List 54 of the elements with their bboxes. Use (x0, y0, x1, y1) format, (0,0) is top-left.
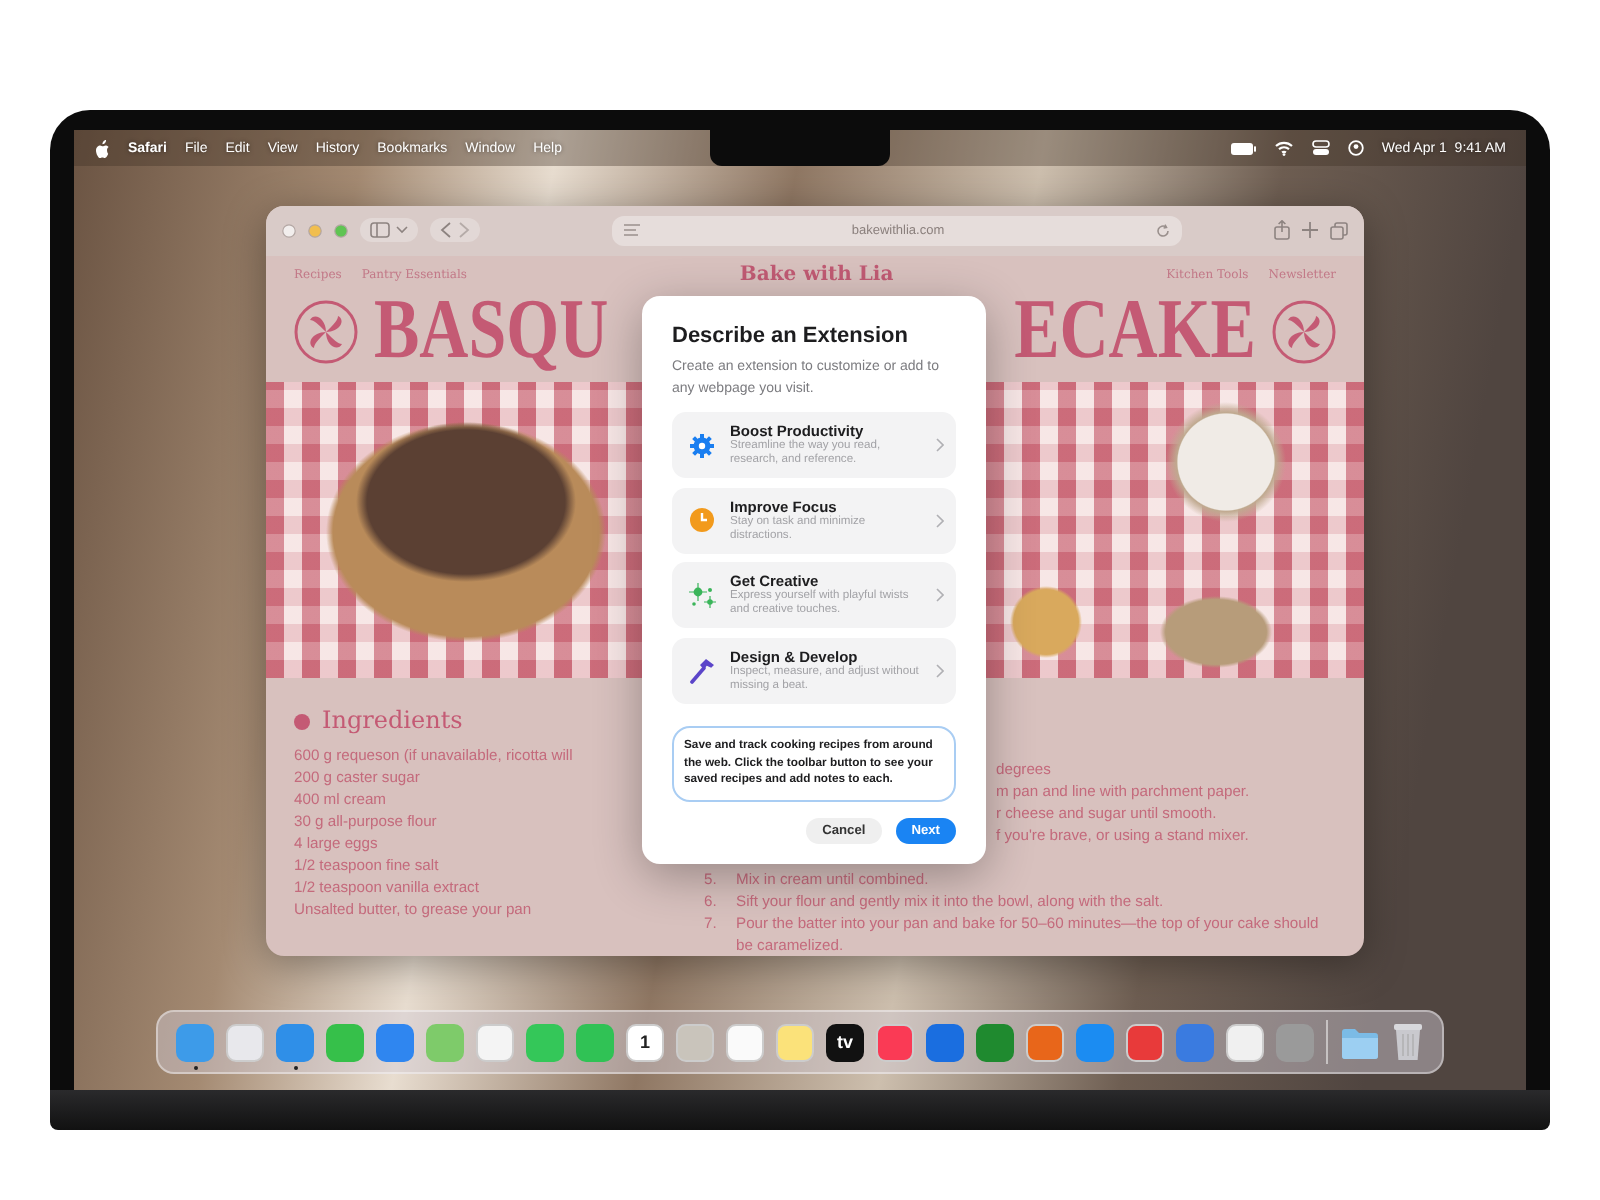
app-icon[interactable] (1176, 1023, 1214, 1061)
chevron-right-icon (936, 663, 944, 677)
section-heading: Ingredients (322, 710, 463, 732)
sidebar-icon[interactable] (370, 222, 390, 239)
folder-icon[interactable] (1340, 1025, 1380, 1059)
app-icon[interactable] (926, 1023, 964, 1061)
user-icon[interactable] (1347, 140, 1364, 156)
apple-logo-icon[interactable] (94, 139, 110, 157)
app-icon[interactable] (326, 1023, 364, 1061)
chevron-down-icon[interactable] (396, 226, 408, 235)
app-icon[interactable] (176, 1023, 214, 1061)
close-icon[interactable] (282, 223, 296, 238)
bullet-icon (294, 713, 310, 729)
app-icon[interactable]: tv (826, 1023, 864, 1061)
app-icon[interactable] (476, 1023, 514, 1061)
sparkles-icon (688, 581, 716, 609)
app-icon[interactable] (1126, 1023, 1164, 1061)
back-icon[interactable] (440, 222, 452, 239)
tabs-overview-icon[interactable] (1330, 221, 1348, 240)
chevron-right-icon (936, 438, 944, 452)
app-icon[interactable] (1026, 1023, 1064, 1061)
app-icon[interactable] (676, 1023, 714, 1061)
chevron-right-icon (936, 588, 944, 602)
app-icon[interactable] (876, 1023, 914, 1061)
app-icon[interactable] (776, 1023, 814, 1061)
app-icon[interactable] (426, 1023, 464, 1061)
wifi-icon[interactable] (1273, 140, 1294, 156)
hammer-icon (688, 656, 716, 684)
chevron-right-icon (936, 513, 944, 527)
app-icon[interactable] (726, 1023, 764, 1061)
clock-icon (688, 506, 716, 534)
emblem-icon (294, 299, 358, 364)
battery-icon[interactable] (1229, 141, 1256, 155)
app-icon[interactable]: 1 (626, 1023, 664, 1061)
trash-icon[interactable] (1392, 1022, 1424, 1062)
page-menu-icon (624, 224, 640, 237)
page-heading: BASQU (374, 289, 609, 375)
control-center-icon[interactable] (1311, 140, 1330, 156)
app-icon[interactable] (376, 1023, 414, 1061)
plus-icon[interactable] (1302, 222, 1318, 239)
gear-icon (688, 431, 716, 459)
app-icon[interactable] (976, 1023, 1014, 1061)
zoom-icon[interactable] (334, 223, 348, 238)
dialog-title: Describe an Extension (672, 324, 910, 348)
emblem-icon (1272, 299, 1336, 364)
app-icon[interactable] (1076, 1023, 1114, 1061)
page-heading: ECAKE (1014, 289, 1256, 375)
app-icon[interactable] (226, 1023, 264, 1061)
app-icon[interactable] (1226, 1023, 1264, 1061)
reload-icon[interactable] (1156, 223, 1170, 238)
forward-icon[interactable] (458, 222, 470, 239)
app-icon[interactable] (276, 1023, 314, 1061)
minimize-icon[interactable] (308, 223, 322, 238)
share-icon[interactable] (1274, 220, 1290, 241)
